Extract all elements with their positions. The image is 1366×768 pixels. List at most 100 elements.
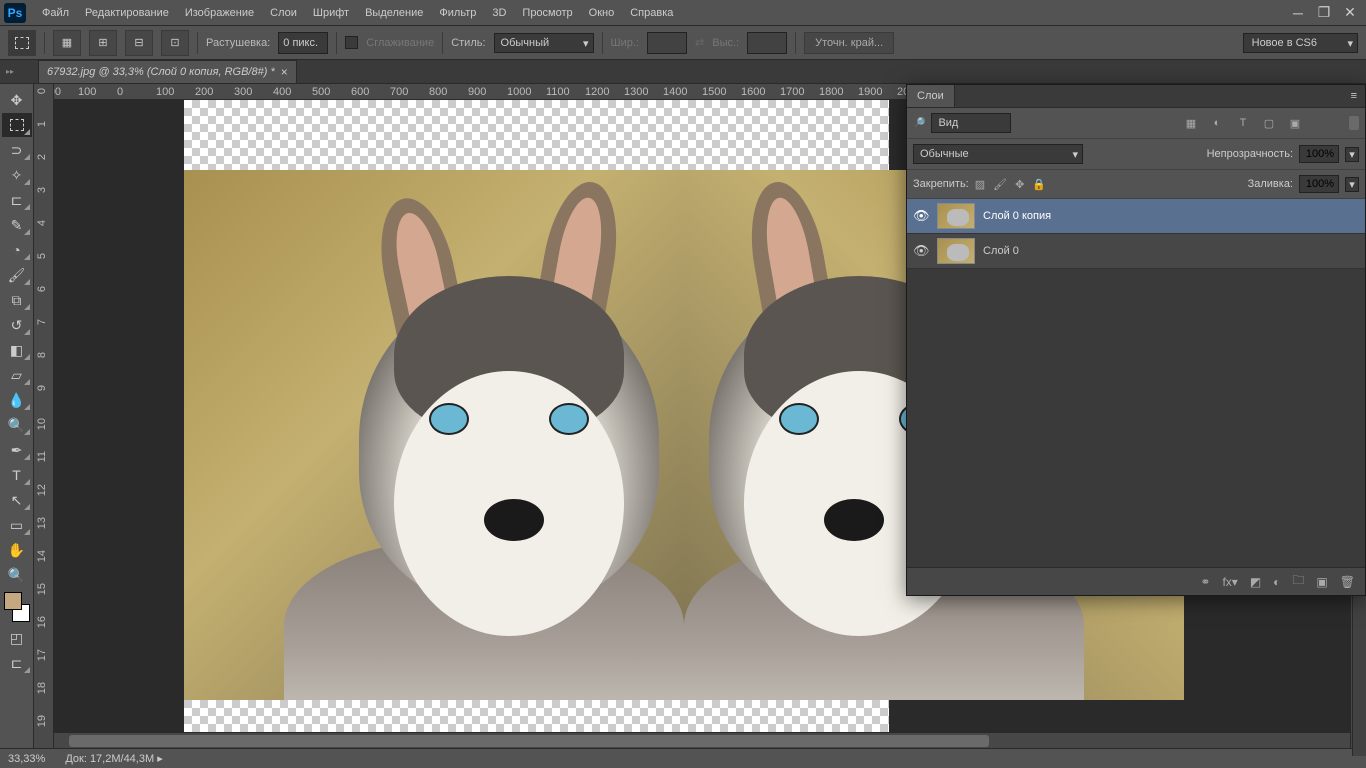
layer-visibility-icon[interactable]: 👁 [913,243,929,259]
filter-smart-icon[interactable]: ▣ [1287,117,1303,130]
filter-adjustment-icon[interactable]: ◐ [1209,117,1225,130]
foreground-color-swatch[interactable] [4,592,22,610]
lock-transparency-icon[interactable]: ▨ [975,178,985,191]
hand-tool[interactable]: ✋ [2,538,32,562]
new-layer-icon[interactable]: ▣ [1316,575,1327,589]
vertical-ruler: 012345678910111213141516171819 [34,84,54,748]
link-layers-icon[interactable]: ⚭ [1200,575,1210,589]
history-brush-tool[interactable]: ↺ [2,313,32,337]
lock-pixels-icon[interactable]: 🖌 [993,178,1007,191]
menu-filter[interactable]: Фильтр [431,3,484,23]
shape-tool[interactable]: ▭ [2,513,32,537]
fill-slider-toggle[interactable]: ▾ [1345,177,1359,192]
antialias-label: Сглаживание [366,37,434,49]
menu-edit[interactable]: Редактирование [77,3,177,23]
path-selection-tool[interactable]: ↖ [2,488,32,512]
type-tool[interactable]: T [2,463,32,487]
filter-shape-icon[interactable]: ▢ [1261,117,1277,130]
workspace-switcher[interactable]: Новое в CS6 [1243,33,1358,53]
layer-thumbnail[interactable] [937,238,975,264]
document-tab-bar: 67932.jpg @ 33,3% (Слой 0 копия, RGB/8#)… [0,60,1366,84]
layers-panel-footer: ⚭ fx▾ ◩ ◐ 🗀 ▣ 🗑 [907,567,1365,595]
window-maximize-button[interactable]: ❐ [1312,4,1336,22]
style-label: Стиль: [451,37,485,49]
horizontal-scrollbar[interactable] [54,732,1350,748]
close-tab-icon[interactable]: × [281,65,288,79]
opacity-label: Непрозрачность: [1207,148,1293,160]
delete-layer-icon[interactable]: 🗑 [1340,575,1355,589]
filter-pixel-icon[interactable]: ▦ [1183,117,1199,130]
fill-input[interactable] [1299,175,1339,193]
adjustment-layer-icon[interactable]: ◐ [1273,575,1280,589]
filter-type-icon[interactable]: T [1235,117,1251,130]
height-input [747,32,787,54]
new-selection-icon[interactable]: ▦ [53,30,81,56]
document-tab-title: 67932.jpg @ 33,3% (Слой 0 копия, RGB/8#)… [47,66,275,78]
panel-menu-icon[interactable]: ≡ [1343,85,1365,107]
layer-filter-dropdown[interactable]: Вид [931,113,1011,133]
layer-effects-icon[interactable]: fx▾ [1222,575,1237,589]
layer-visibility-icon[interactable]: 👁 [913,208,929,224]
zoom-level[interactable]: 33,33% [8,753,45,765]
eraser-tool[interactable]: ◧ [2,338,32,362]
menu-view[interactable]: Просмотр [514,3,580,23]
move-tool[interactable]: ✥ [2,88,32,112]
dodge-tool[interactable]: 🔍 [2,413,32,437]
workspace: ✥ ⊃ ✧ ⊏ ✎ ◔ 🖌 ⧉ ↺ ◧ ▱ 💧 🔍 ✒ T ↖ ▭ ✋ 🔍 ◰ … [0,84,1366,748]
subtract-selection-icon[interactable]: ⊟ [125,30,153,56]
menu-image[interactable]: Изображение [177,3,262,23]
menu-file[interactable]: Файл [34,3,77,23]
lock-all-icon[interactable]: 🔒 [1032,178,1046,191]
zoom-tool[interactable]: 🔍 [2,563,32,587]
window-minimize-button[interactable]: ─ [1286,4,1310,22]
layer-name[interactable]: Слой 0 копия [983,210,1051,222]
healing-brush-tool[interactable]: ◔ [2,238,32,262]
layers-list: 👁 Слой 0 копия 👁 Слой 0 [907,199,1365,567]
crop-tool[interactable]: ⊏ [2,188,32,212]
marquee-tool[interactable] [2,113,32,137]
layers-tab[interactable]: Слои [907,85,955,107]
menu-select[interactable]: Выделение [357,3,431,23]
menu-type[interactable]: Шрифт [305,3,357,23]
quick-mask-toggle[interactable]: ◰ [2,626,32,650]
eyedropper-tool[interactable]: ✎ [2,213,32,237]
width-input [647,32,687,54]
opacity-input[interactable] [1299,145,1339,163]
layers-panel: Слои ≡ 🔎 Вид ▦ ◐ T ▢ ▣ Обычные Непрозрач… [906,84,1366,596]
layer-name[interactable]: Слой 0 [983,245,1019,257]
tool-preset-icon[interactable] [8,30,36,56]
menu-help[interactable]: Справка [622,3,681,23]
menu-window[interactable]: Окно [581,3,623,23]
gradient-tool[interactable]: ▱ [2,363,32,387]
brush-tool[interactable]: 🖌 [2,263,32,287]
color-swatches[interactable] [2,592,32,622]
intersect-selection-icon[interactable]: ⊡ [161,30,189,56]
pen-tool[interactable]: ✒ [2,438,32,462]
refine-edge-button[interactable]: Уточн. край... [804,32,894,54]
feather-input[interactable] [278,32,328,54]
opacity-slider-toggle[interactable]: ▾ [1345,147,1359,162]
options-bar: ▦ ⊞ ⊟ ⊡ Растушевка: Сглаживание Стиль: О… [0,26,1366,60]
style-dropdown[interactable]: Обычный [494,33,594,53]
blur-tool[interactable]: 💧 [2,388,32,412]
menu-3d[interactable]: 3D [484,3,514,23]
feather-label: Растушевка: [206,37,270,49]
lasso-tool[interactable]: ⊃ [2,138,32,162]
magic-wand-tool[interactable]: ✧ [2,163,32,187]
menu-layers[interactable]: Слои [262,3,305,23]
lock-label: Закрепить: [913,178,969,190]
layer-row[interactable]: 👁 Слой 0 копия [907,199,1365,234]
layer-row[interactable]: 👁 Слой 0 [907,234,1365,269]
document-tab[interactable]: 67932.jpg @ 33,3% (Слой 0 копия, RGB/8#)… [38,60,297,83]
window-close-button[interactable]: ✕ [1338,4,1362,22]
lock-position-icon[interactable]: ✥ [1015,178,1024,191]
layer-group-icon[interactable]: 🗀 [1292,571,1304,592]
layer-filter-toggle[interactable] [1349,116,1359,130]
clone-stamp-tool[interactable]: ⧉ [2,288,32,312]
swap-dimensions-icon: ⇄ [695,36,704,49]
blend-mode-dropdown[interactable]: Обычные [913,144,1083,164]
layer-thumbnail[interactable] [937,203,975,229]
screen-mode-toggle[interactable]: ⊏ [2,651,32,675]
layer-mask-icon[interactable]: ◩ [1250,575,1261,589]
add-selection-icon[interactable]: ⊞ [89,30,117,56]
